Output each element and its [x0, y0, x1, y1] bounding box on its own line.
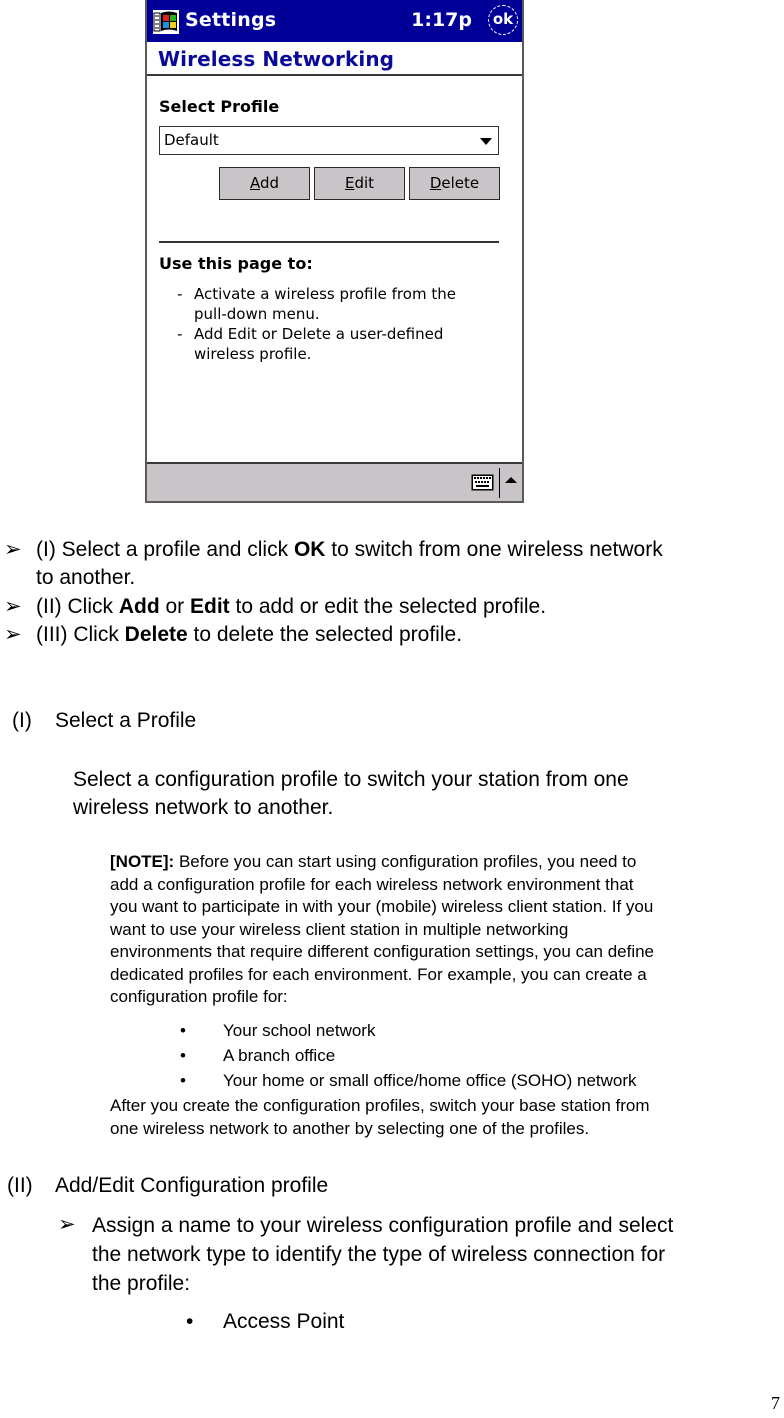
ok-button[interactable]: ok	[488, 5, 518, 35]
section-number: (I)	[12, 709, 32, 732]
title-bar: Settings 1:17p ok	[147, 0, 522, 42]
section-heading: Add/Edit Configuration profile	[55, 1174, 329, 1197]
instruction-item: (II) Click Add or Edit to add or edit th…	[36, 595, 547, 618]
keyboard-icon[interactable]	[471, 474, 494, 491]
pocketpc-screenshot: Settings 1:17p ok Wireless Networking Se…	[145, 0, 524, 503]
section-body: Select a configuration profile to switch…	[73, 768, 629, 819]
clock: 1:17p	[411, 9, 472, 31]
profile-dropdown[interactable]: Default	[159, 126, 499, 155]
bullet-icon: •	[180, 1021, 186, 1040]
arrow-bullet-icon: ➢	[4, 538, 22, 561]
use-item-line: wireless profile.	[194, 345, 312, 363]
use-list: - Activate a wireless profile from the pul…	[177, 284, 456, 364]
note-bullet: Your home or small office/home office (S…	[223, 1071, 637, 1090]
arrow-bullet-icon: ➢	[4, 623, 22, 646]
dash-bullet: -	[177, 325, 183, 343]
up-arrow-icon[interactable]	[505, 477, 517, 483]
note-block: [NOTE]: Before you can start using confi…	[110, 852, 655, 1006]
instruction-item: (I) Select a profile and click OK to swi…	[36, 538, 663, 589]
add-label-rest: dd	[259, 174, 280, 192]
arrow-bullet-icon: ➢	[4, 595, 22, 618]
section2-item: Assign a name to your wireless configura…	[92, 1214, 674, 1295]
page-title: Wireless Networking	[158, 47, 395, 71]
dropdown-arrow-icon	[480, 138, 492, 145]
page-number: 7	[771, 1393, 780, 1413]
note-label: [NOTE]:	[110, 852, 175, 871]
use-item: - Activate a wireless profile from the pul…	[177, 284, 456, 324]
delete-mnemonic: D	[429, 174, 442, 192]
use-item: - Add Edit or Delete a user-defined wirele…	[177, 324, 456, 364]
section-heading: Select a Profile	[55, 709, 197, 732]
add-button[interactable]: Add	[219, 167, 310, 200]
app-title: Settings	[185, 9, 277, 31]
bullet-icon: •	[180, 1046, 186, 1065]
taskbar-separator	[499, 468, 500, 498]
divider	[159, 241, 499, 243]
arrow-bullet-icon: ➢	[58, 1213, 76, 1236]
use-item-line: Activate a wireless profile from the	[194, 285, 456, 303]
bullet-icon: •	[186, 1310, 194, 1333]
select-profile-label: Select Profile	[159, 97, 280, 116]
network-type-bullet: Access Point	[223, 1310, 345, 1333]
instruction-item: (III) Click Delete to delete the selecte…	[36, 623, 463, 646]
delete-label-rest: elete	[441, 174, 480, 192]
use-heading: Use this page to:	[159, 254, 313, 273]
add-mnemonic: A	[249, 174, 260, 192]
note-bullet: Your school network	[223, 1021, 376, 1040]
section-number: (II)	[7, 1174, 33, 1197]
profile-dropdown-value: Default	[164, 131, 219, 149]
delete-button[interactable]: Delete	[409, 167, 500, 200]
note-after: After you create the configuration profi…	[110, 1096, 650, 1138]
edit-button[interactable]: Edit	[314, 167, 405, 200]
edit-label-rest: dit	[354, 174, 375, 192]
page-header: Wireless Networking	[147, 42, 522, 76]
note-bullet: A branch office	[223, 1046, 336, 1065]
dash-bullet: -	[177, 285, 183, 303]
use-item-line: Add Edit or Delete a user-defined	[194, 325, 444, 343]
taskbar	[147, 462, 522, 501]
use-item-line: pull-down menu.	[194, 305, 320, 323]
bullet-icon: •	[180, 1071, 186, 1090]
windows-start-flag-icon[interactable]	[153, 10, 179, 34]
